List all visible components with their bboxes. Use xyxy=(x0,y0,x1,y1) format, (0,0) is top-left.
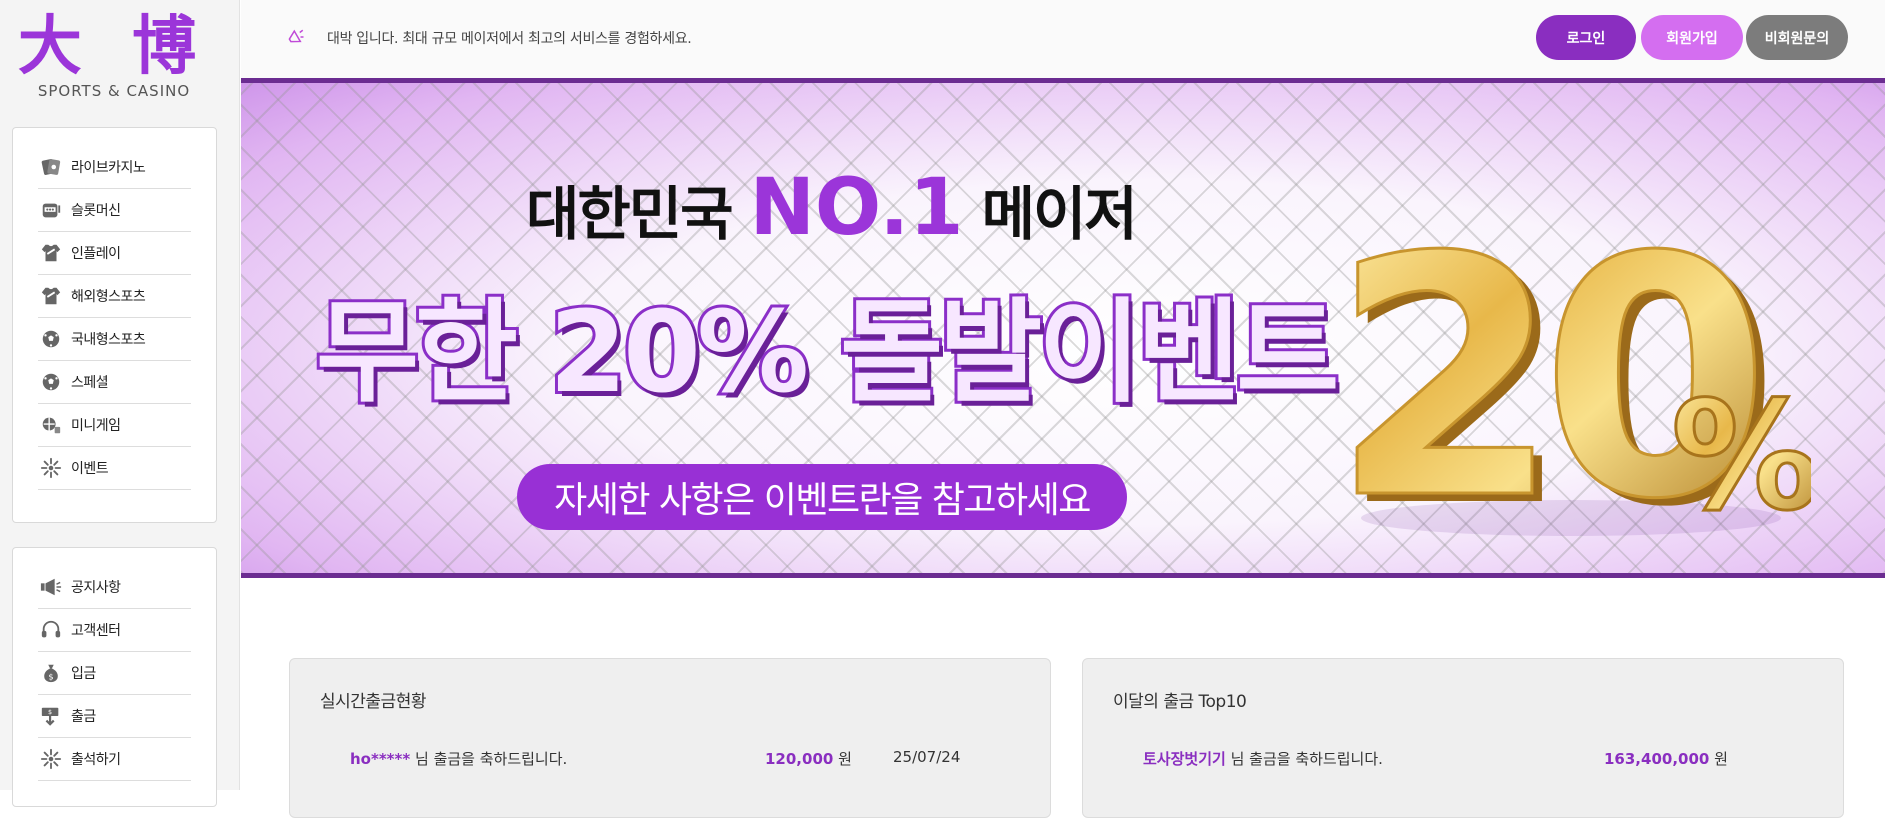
user-name: 토사장벗기기 xyxy=(1143,750,1226,768)
sidebar-item-customer-center[interactable]: 고객센터 xyxy=(38,609,191,652)
guest-inquiry-button[interactable]: 비회원문의 xyxy=(1746,15,1848,60)
top10-row-name: 토사장벗기기 님 출금을 축하드립니다. xyxy=(1143,748,1383,769)
top10-row-amount: 163,400,000 원 xyxy=(1604,748,1728,769)
top-bar: 대박 입니다. 최대 규모 메이저에서 최고의 서비스를 경험하세요. 로그인 … xyxy=(241,0,1885,78)
sidebar-item-slot-machine[interactable]: 슬롯머신 xyxy=(38,189,191,232)
scrolling-row-ghost xyxy=(1143,727,1743,735)
sparkle-icon xyxy=(38,455,64,481)
banner-headline-pre: 대한민국 xyxy=(526,180,733,248)
sidebar-item-withdraw[interactable]: $ 출금 xyxy=(38,695,191,738)
sidebar-item-label: 해외형스포츠 xyxy=(71,289,146,305)
banner-info-pill: 자세한 사항은 이벤트란을 참고하세요 xyxy=(517,464,1127,530)
withdraw-date: 25/07/24 xyxy=(893,748,961,766)
card-title: 이달의 출금 Top10 xyxy=(1113,692,1247,712)
top10-withdraw-card: 이달의 출금 Top10 토사장벗기기 님 출금을 축하드립니다. 163,40… xyxy=(1082,658,1844,818)
withdraw-icon: $ xyxy=(38,703,64,729)
money-bag-icon: $ xyxy=(38,660,64,686)
soccer-ball-icon xyxy=(38,369,64,395)
user-name: ho***** xyxy=(350,750,411,768)
withdraw-row-amount: 120,000 원 xyxy=(765,748,852,769)
sidebar-item-notice[interactable]: 공지사항 xyxy=(38,566,191,609)
login-button[interactable]: 로그인 xyxy=(1536,15,1636,60)
gold-percent: % xyxy=(1671,370,1811,544)
sidebar-item-label: 이벤트 xyxy=(71,461,109,477)
sidebar: 大 博 SPORTS & CASINO 라이브카지노 슬롯머신 인플레이 해외형… xyxy=(0,0,240,807)
logo-sub-text: SPORTS & CASINO xyxy=(37,82,191,100)
jersey-icon xyxy=(38,240,64,266)
support-menu: 공지사항 고객센터 $ 입금 $ 출금 출석하기 xyxy=(12,547,217,807)
sidebar-item-event[interactable]: 이벤트 xyxy=(38,447,191,490)
sidebar-item-inplay[interactable]: 인플레이 xyxy=(38,232,191,275)
notice-megaphone-icon xyxy=(287,28,305,46)
sparkle-icon xyxy=(38,746,64,772)
card-title: 실시간출금현황 xyxy=(320,692,426,712)
sidebar-item-label: 미니게임 xyxy=(71,418,121,434)
sidebar-item-live-casino[interactable]: 라이브카지노 xyxy=(38,146,191,189)
sidebar-item-overseas-sports[interactable]: 해외형스포츠 xyxy=(38,275,191,318)
cards-icon xyxy=(38,154,64,180)
scrolling-row-ghost xyxy=(350,727,950,735)
event-banner[interactable]: 대한민국 NO.1 메이저 무한 20% 돌발이벤트 자세한 사항은 이벤트란을… xyxy=(241,78,1885,578)
site-logo[interactable]: 大 博 SPORTS & CASINO xyxy=(0,9,228,101)
sidebar-item-label: 인플레이 xyxy=(71,246,121,262)
sidebar-item-label: 라이브카지노 xyxy=(71,160,146,176)
sidebar-item-domestic-sports[interactable]: 국내형스포츠 xyxy=(38,318,191,361)
sidebar-item-label: 출석하기 xyxy=(71,752,121,768)
gold-20-percent-graphic: 20 20 % xyxy=(1331,186,1811,564)
withdraw-row-name: ho***** 님 출금을 축하드립니다. xyxy=(350,748,567,769)
sidebar-item-label: 고객센터 xyxy=(71,623,121,639)
withdraw-amount: 120,000 xyxy=(765,750,834,768)
sidebar-item-label: 스페셜 xyxy=(71,375,109,391)
signup-button[interactable]: 회원가입 xyxy=(1641,15,1743,60)
logo-main-text: 大 博 xyxy=(17,9,211,84)
minigame-icon xyxy=(38,412,64,438)
banner-headline-accent: NO.1 xyxy=(749,163,964,253)
currency-unit: 원 xyxy=(838,750,852,768)
megaphone-icon xyxy=(38,574,64,600)
banner-headline-post: 메이저 xyxy=(981,180,1138,248)
svg-text:$: $ xyxy=(48,708,52,716)
sidebar-item-minigame[interactable]: 미니게임 xyxy=(38,404,191,447)
headset-icon xyxy=(38,617,64,643)
soccer-ball-icon xyxy=(38,326,64,352)
congrats-message: 님 출금을 축하드립니다. xyxy=(415,750,568,768)
banner-headline: 대한민국 NO.1 메이저 xyxy=(526,163,1138,253)
sidebar-item-label: 슬롯머신 xyxy=(71,203,121,219)
game-menu: 라이브카지노 슬롯머신 인플레이 해외형스포츠 국내형스포츠 스페셜 미니게임 … xyxy=(12,127,217,523)
realtime-withdraw-card: 실시간출금현황 ho***** 님 출금을 축하드립니다. 120,000 원 … xyxy=(289,658,1051,818)
congrats-message: 님 출금을 축하드립니다. xyxy=(1230,750,1383,768)
svg-text:$: $ xyxy=(48,671,53,681)
notice-text: 대박 입니다. 최대 규모 메이저에서 최고의 서비스를 경험하세요. xyxy=(327,31,692,47)
sidebar-item-label: 입금 xyxy=(71,666,96,682)
withdraw-amount: 163,400,000 xyxy=(1604,750,1710,768)
currency-unit: 원 xyxy=(1714,750,1728,768)
sidebar-item-label: 출금 xyxy=(71,709,96,725)
sidebar-item-label: 공지사항 xyxy=(71,580,121,596)
slot-machine-icon xyxy=(38,197,64,223)
sidebar-item-deposit[interactable]: $ 입금 xyxy=(38,652,191,695)
sidebar-item-attendance[interactable]: 출석하기 xyxy=(38,738,191,781)
jersey-icon xyxy=(38,283,64,309)
sidebar-item-special[interactable]: 스페셜 xyxy=(38,361,191,404)
banner-event-title: 무한 20% 돌발이벤트 xyxy=(313,285,1342,421)
sidebar-item-label: 국내형스포츠 xyxy=(71,332,146,348)
